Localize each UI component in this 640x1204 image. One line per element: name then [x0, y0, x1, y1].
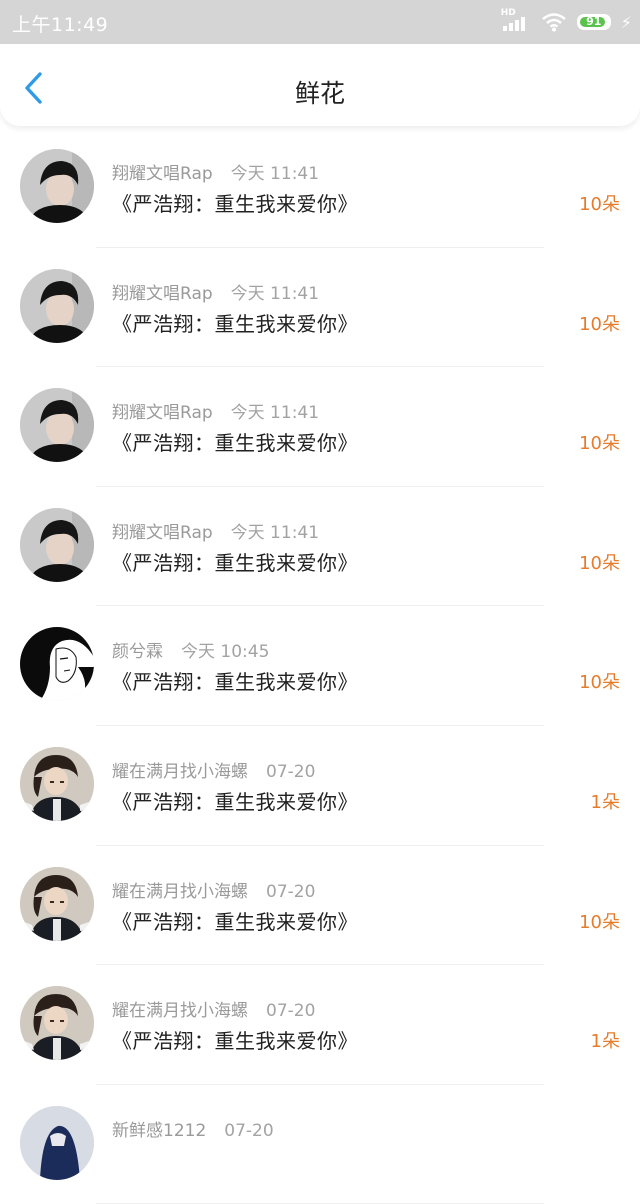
status-time: 上午11:49: [12, 14, 109, 36]
work-title[interactable]: 《严浩翔：重生我来爱你》: [112, 906, 358, 935]
flower-count: 10朵: [579, 433, 620, 455]
list-item[interactable]: 翔耀文唱Rap 今天 11:41 《严浩翔：重生我来爱你》 10朵: [0, 367, 640, 487]
sender-name[interactable]: 新鲜感1212: [112, 1116, 206, 1141]
list-item[interactable]: 新鲜感1212 07-20: [0, 1085, 640, 1204]
timestamp: 今天 11:41: [230, 283, 320, 304]
timestamp: 07-20: [266, 761, 316, 782]
flower-count: 10朵: [579, 194, 620, 215]
page-title: 鲜花: [294, 79, 345, 108]
meta-line: 翔耀文唱Rap 今天 11:41: [112, 279, 319, 304]
sender-name[interactable]: 耀在满月找小海螺: [112, 757, 248, 782]
meta-line: 颜兮霖 今天 10:45: [112, 637, 269, 662]
list-item[interactable]: 耀在满月找小海螺 07-20 《严浩翔：重生我来爱你》 1朵: [0, 965, 640, 1085]
avatar[interactable]: [20, 627, 94, 702]
battery-icon: 91: [576, 14, 611, 30]
meta-line: 新鲜感1212 07-20: [112, 1116, 274, 1141]
avatar[interactable]: [20, 746, 94, 821]
list-item[interactable]: 颜兮霖 今天 10:45 《严浩翔：重生我来爱你》 10朵: [0, 606, 640, 726]
timestamp: 今天 11:41: [230, 522, 320, 543]
list-item[interactable]: 耀在满月找小海螺 07-20 《严浩翔：重生我来爱你》 1朵: [0, 726, 640, 846]
meta-line: 翔耀文唱Rap 今天 11:41: [112, 518, 319, 543]
avatar[interactable]: [20, 388, 94, 463]
meta-line: 耀在满月找小海螺 07-20: [112, 996, 315, 1021]
timestamp: 07-20: [266, 1001, 316, 1022]
work-title[interactable]: 《严浩翔：重生我来爱你》: [112, 188, 358, 217]
status-bar: 上午11:49 HD 91 ⚡: [0, 0, 640, 44]
work-title[interactable]: 《严浩翔：重生我来爱你》: [112, 1025, 358, 1054]
list-item[interactable]: 翔耀文唱Rap 今天 11:41 《严浩翔：重生我来爱你》 10朵: [0, 487, 640, 607]
avatar[interactable]: [20, 866, 94, 941]
timestamp: 今天 11:41: [230, 403, 320, 424]
flower-count: 10朵: [579, 672, 620, 694]
work-title[interactable]: 《严浩翔：重生我来爱你》: [112, 547, 358, 576]
cell-signal-icon: HD: [501, 8, 531, 33]
meta-line: 耀在满月找小海螺 07-20: [112, 757, 315, 782]
flower-count: 10朵: [579, 313, 620, 335]
sender-name[interactable]: 耀在满月找小海螺: [112, 877, 248, 902]
list-item[interactable]: 翔耀文唱Rap 今天 11:41 《严浩翔：重生我来爱你》 10朵: [0, 128, 640, 248]
flower-count: 10朵: [579, 552, 620, 574]
meta-line: 耀在满月找小海螺 07-20: [112, 877, 315, 902]
status-icons: HD 91 ⚡: [501, 8, 632, 35]
meta-line: 翔耀文唱Rap 今天 11:41: [112, 398, 319, 423]
timestamp: 今天 10:45: [181, 642, 270, 663]
avatar[interactable]: [20, 1105, 94, 1180]
timestamp: 07-20: [266, 881, 316, 902]
sender-name[interactable]: 翔耀文唱Rap: [112, 159, 213, 184]
flower-count: 10朵: [579, 911, 620, 933]
list-item[interactable]: 翔耀文唱Rap 今天 11:41 《严浩翔：重生我来爱你》 10朵: [0, 248, 640, 368]
avatar[interactable]: [20, 268, 94, 343]
work-title[interactable]: 《严浩翔：重生我来爱你》: [112, 308, 358, 337]
avatar[interactable]: [20, 986, 94, 1061]
work-title[interactable]: 《严浩翔：重生我来爱你》: [112, 427, 358, 456]
sender-name[interactable]: 耀在满月找小海螺: [112, 996, 248, 1021]
sender-name[interactable]: 颜兮霖: [112, 637, 163, 662]
battery-level: 91: [586, 15, 602, 28]
list-item[interactable]: 耀在满月找小海螺 07-20 《严浩翔：重生我来爱你》 10朵: [0, 846, 640, 966]
timestamp: 今天 11:41: [230, 164, 320, 184]
avatar[interactable]: [20, 507, 94, 582]
flower-list: 翔耀文唱Rap 今天 11:41 《严浩翔：重生我来爱你》 10朵 翔耀文唱Rap 今天 …: [0, 128, 640, 1204]
work-title[interactable]: 《严浩翔：重生我来爱你》: [112, 666, 358, 695]
flower-count: 1朵: [590, 791, 620, 813]
sender-name[interactable]: 翔耀文唱Rap: [112, 518, 213, 543]
wifi-icon: [541, 13, 566, 32]
flower-count: 1朵: [590, 1031, 620, 1053]
sender-name[interactable]: 翔耀文唱Rap: [112, 398, 213, 423]
meta-line: 翔耀文唱Rap 今天 11:41: [112, 159, 319, 184]
charging-icon: ⚡: [620, 12, 632, 32]
work-title[interactable]: 《严浩翔：重生我来爱你》: [112, 786, 358, 815]
app-header: 鲜花: [0, 44, 640, 126]
avatar[interactable]: [20, 149, 94, 223]
sender-name[interactable]: 翔耀文唱Rap: [112, 279, 213, 304]
